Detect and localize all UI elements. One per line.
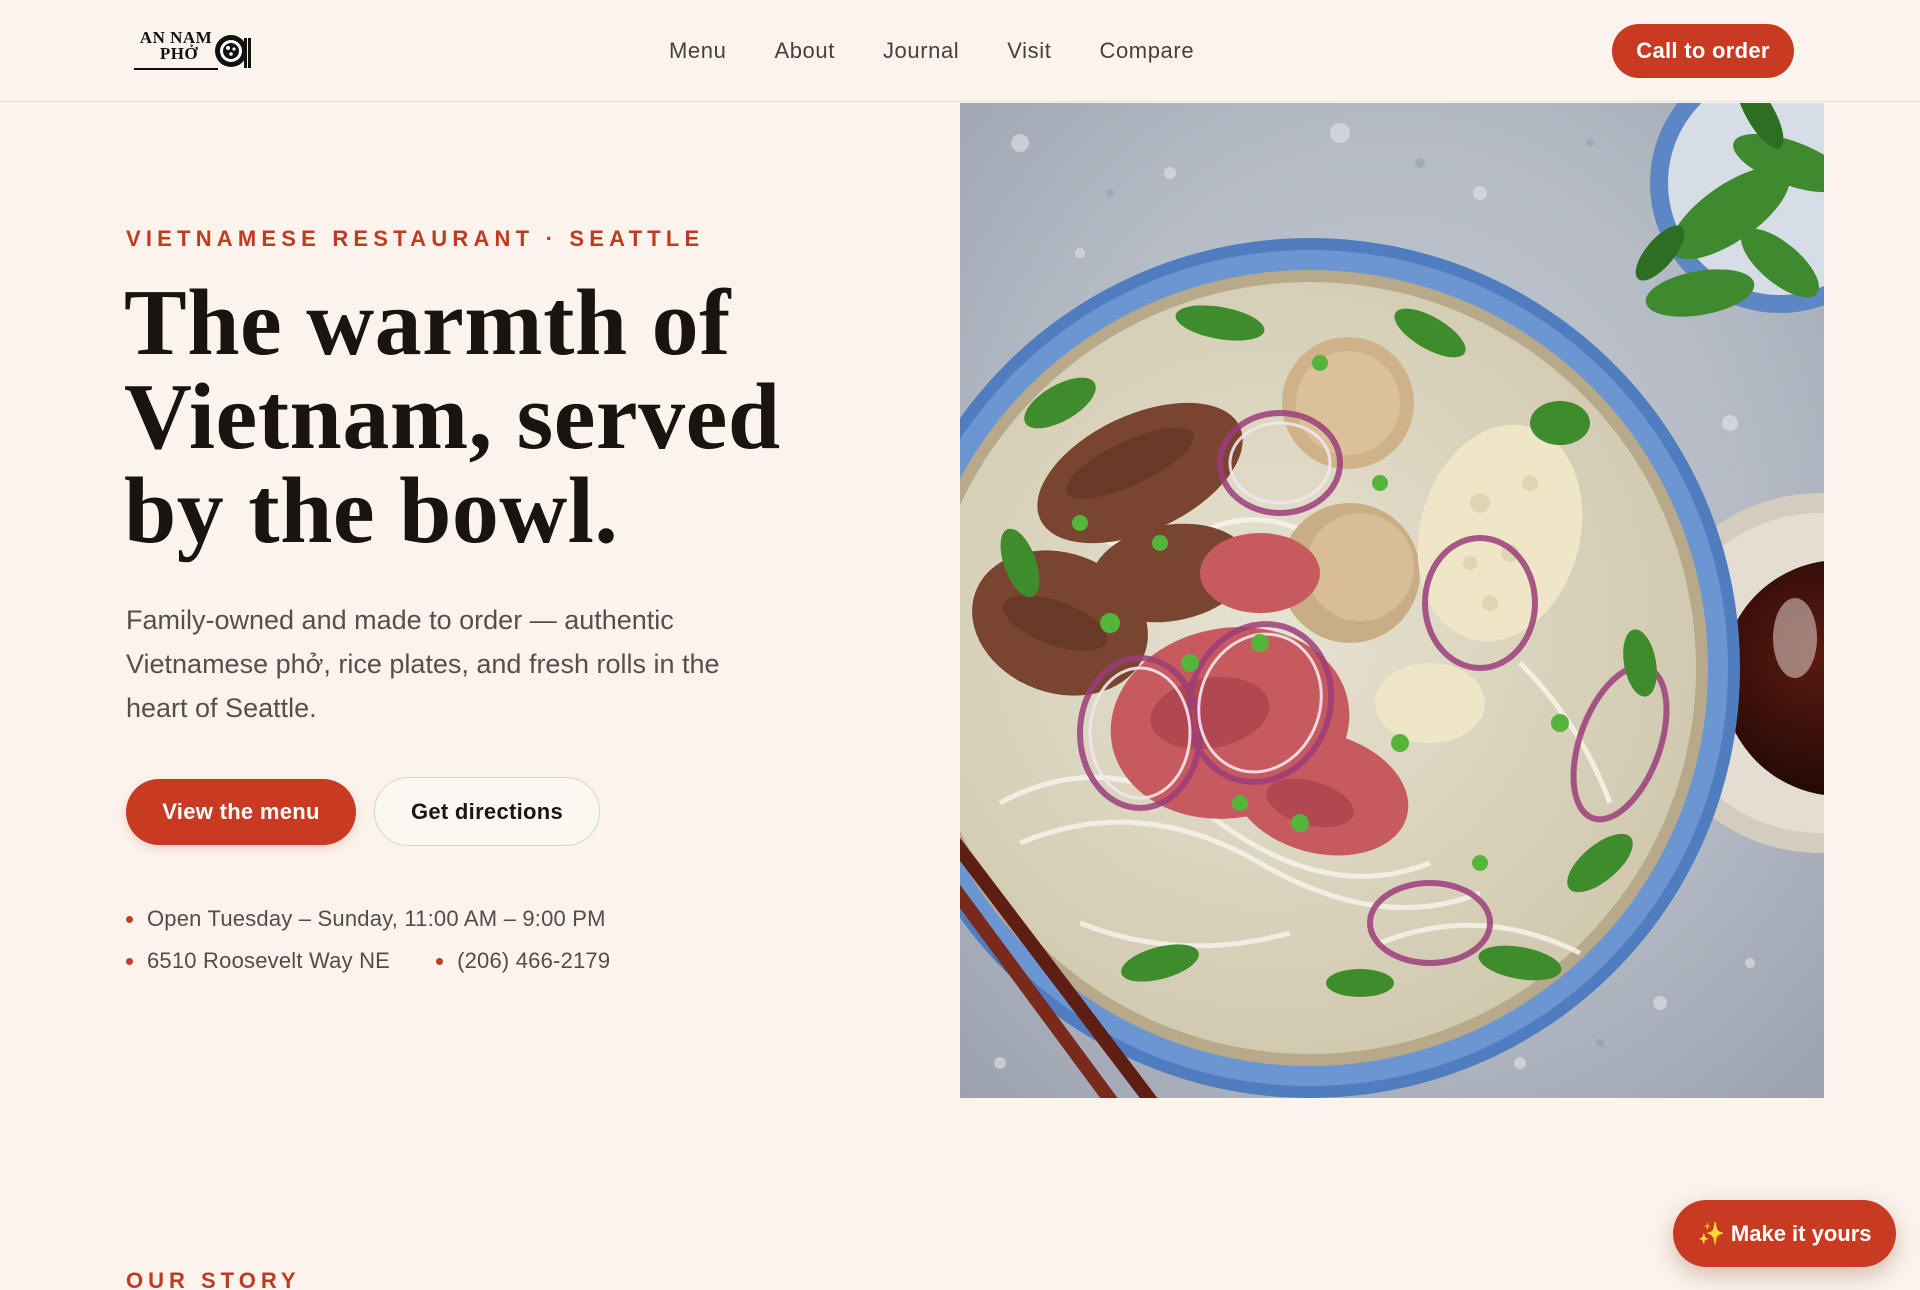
site-header: AN NAM PHỞ Menu About Journal Visit Comp… <box>0 0 1920 102</box>
nav-item-journal[interactable]: Journal <box>883 36 959 66</box>
hero-description-line-1: Family-owned and made to order — authent… <box>126 605 674 635</box>
call-to-order-button[interactable]: Call to order <box>1612 24 1794 78</box>
hero-eyebrow: VIETNAMESE RESTAURANT · SEATTLE <box>126 226 705 251</box>
logo-rule <box>134 68 218 70</box>
address-text: 6510 Roosevelt Way NE <box>147 948 391 973</box>
phone-text: (206) 466-2179 <box>457 948 611 973</box>
nav-item-menu[interactable]: Menu <box>669 36 726 66</box>
hours-item: Open Tuesday – Sunday, 11:00 AM – 9:00 P… <box>126 906 606 932</box>
view-menu-button[interactable]: View the menu <box>126 779 356 845</box>
get-directions-button[interactable]: Get directions <box>374 777 600 846</box>
contact-row: 6510 Roosevelt Way NE (206) 466-2179 <box>126 948 610 974</box>
bullet-dot-icon <box>126 957 133 965</box>
logo-bowl-icon <box>215 35 251 68</box>
logo-line-2: PHỞ <box>159 44 199 63</box>
hero-image <box>960 103 1824 1098</box>
our-story-label: OUR STORY <box>126 1268 301 1290</box>
nav-item-about[interactable]: About <box>774 36 835 66</box>
brand-logo[interactable]: AN NAM PHỞ <box>134 29 252 72</box>
bullet-dot-icon <box>126 915 133 923</box>
logo-wordmark: AN NAM PHỞ <box>134 29 218 63</box>
make-it-yours-label: Make it yours <box>1730 1220 1872 1246</box>
bullet-dot-icon <box>436 957 444 965</box>
hero-title-line-3: by the bowl. <box>124 459 619 563</box>
hero-description-line-2: Vietnamese phở, rice plates, and fresh r… <box>126 649 720 679</box>
make-it-yours-button[interactable]: ✨ Make it yours <box>1673 1200 1896 1267</box>
nav-item-compare[interactable]: Compare <box>1099 36 1194 66</box>
opening-hours: Open Tuesday – Sunday, 11:00 AM – 9:00 P… <box>147 906 606 931</box>
hero-title-line-2: Vietnam, served <box>124 365 781 469</box>
hero-description: Family-owned and made to order — authent… <box>126 598 766 730</box>
phone-item[interactable]: (206) 466-2179 <box>436 948 610 974</box>
address-item[interactable]: 6510 Roosevelt Way NE <box>126 948 390 974</box>
pho-bowl-image <box>960 103 1824 1098</box>
hero-title-line-1: The warmth of <box>124 271 731 375</box>
main-nav: Menu About Journal Visit Compare <box>669 36 1194 66</box>
nav-item-visit[interactable]: Visit <box>1007 36 1051 66</box>
hours-row: Open Tuesday – Sunday, 11:00 AM – 9:00 P… <box>126 906 606 932</box>
sparkles-icon: ✨ <box>1697 1220 1725 1246</box>
hero-description-line-3: heart of Seattle. <box>126 693 317 723</box>
page: AN NAM PHỞ Menu About Journal Visit Comp… <box>0 0 1920 1290</box>
hero-title: The warmth of Vietnam, served by the bow… <box>124 276 884 558</box>
